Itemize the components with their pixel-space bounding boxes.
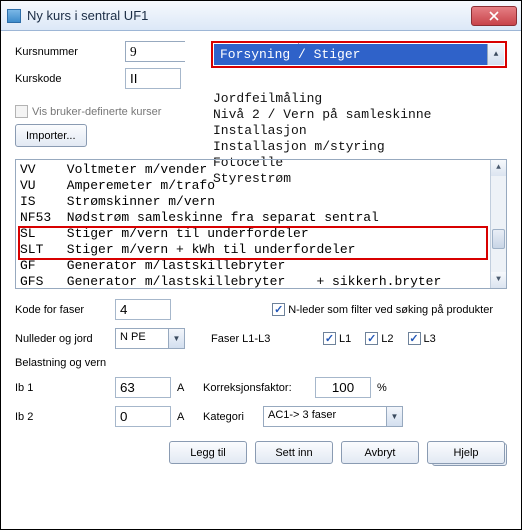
list-item[interactable]: Nivå 2 / Vern på samleskinne: [213, 107, 505, 123]
close-button[interactable]: [471, 6, 517, 26]
vis-brukerdef-label: Vis bruker-definerte kurser: [32, 106, 161, 118]
checkbox-icon[interactable]: [365, 332, 378, 345]
ib2-input[interactable]: [115, 406, 171, 427]
category-select[interactable]: Forsyning / Stiger ▲: [214, 44, 504, 65]
ib2-label: Ib 2: [15, 411, 115, 423]
category-select-highlight: Forsyning / Stiger ▲: [211, 41, 507, 68]
scroll-down-icon[interactable]: ▼: [491, 272, 506, 288]
importer-button[interactable]: Importer...: [15, 124, 87, 147]
list-item[interactable]: Installasjon m/styring: [213, 139, 505, 155]
unit-a: A: [171, 411, 191, 423]
faser-label: Faser L1-L3: [211, 333, 323, 345]
kurs-listbox[interactable]: VV Voltmeter m/venderVU Amperemeter m/tr…: [15, 159, 507, 289]
checkbox-icon[interactable]: [15, 105, 28, 118]
l2-check[interactable]: L2: [365, 332, 393, 345]
kode-faser-label: Kode for faser: [15, 304, 115, 316]
list-item[interactable]: VU Amperemeter m/trafo: [20, 178, 490, 194]
list-item[interactable]: NF53 Nødstrøm samleskinne fra separat se…: [20, 210, 490, 226]
chevron-down-icon[interactable]: ▼: [168, 329, 184, 348]
nulleder-label: Nulleder og jord: [15, 333, 115, 345]
title-bar: Ny kurs i sentral UF1: [1, 1, 521, 31]
list-item[interactable]: IS Strømskinner m/vern: [20, 194, 490, 210]
chevron-down-icon[interactable]: ▲: [487, 44, 504, 65]
scroll-track[interactable]: [491, 176, 506, 272]
list-item[interactable]: VV Voltmeter m/vender: [20, 162, 490, 178]
list-item[interactable]: Jordfeilmåling: [213, 91, 505, 107]
scroll-thumb[interactable]: [492, 229, 505, 249]
nulleder-select[interactable]: N PE ▼: [115, 328, 185, 349]
app-icon: [7, 9, 21, 23]
kategori-label: Kategori: [203, 411, 263, 423]
unit-pct: %: [371, 382, 387, 394]
close-icon: [489, 11, 499, 21]
l3-check[interactable]: L3: [408, 332, 436, 345]
checkbox-icon[interactable]: [323, 332, 336, 345]
kursnummer-input[interactable]: ▼: [125, 41, 185, 62]
korr-label: Korreksjonsfaktor:: [203, 382, 315, 394]
kode-faser-input[interactable]: [115, 299, 171, 320]
kurskode-input[interactable]: [125, 68, 181, 89]
checkbox-icon[interactable]: [408, 332, 421, 345]
list-item[interactable]: SLT Stiger m/vern + kWh til underfordele…: [20, 242, 490, 258]
korr-input[interactable]: [315, 377, 371, 398]
belastning-label: Belastning og vern: [15, 357, 106, 369]
unit-a: A: [171, 382, 191, 394]
nleder-filter-check[interactable]: N-leder som filter ved søking på produkt…: [272, 303, 493, 316]
legg-til-button[interactable]: Legg til: [169, 441, 247, 464]
l1-check[interactable]: L1: [323, 332, 351, 345]
kurskode-label: Kurskode: [15, 73, 125, 85]
checkbox-icon[interactable]: [272, 303, 285, 316]
sett-inn-button[interactable]: Sett inn: [255, 441, 333, 464]
list-item[interactable]: SL Stiger m/vern til underfordeler: [20, 226, 490, 242]
category-value: Forsyning / Stiger: [214, 47, 487, 62]
kategori-select[interactable]: AC1-> 3 faser ▼: [263, 406, 403, 427]
ib1-label: Ib 1: [15, 382, 115, 394]
list-item[interactable]: GF Generator m/lastskillebryter: [20, 258, 490, 274]
scrollbar[interactable]: ▲ ▼: [490, 160, 506, 288]
ib1-input[interactable]: [115, 377, 171, 398]
chevron-down-icon[interactable]: ▼: [386, 407, 402, 426]
kursnummer-label: Kursnummer: [15, 46, 125, 58]
hjelp-button[interactable]: Hjelp: [427, 441, 505, 464]
list-item[interactable]: GFS Generator m/lastskillebryter + sikke…: [20, 274, 490, 289]
window-title: Ny kurs i sentral UF1: [27, 8, 148, 23]
avbryt-button[interactable]: Avbryt: [341, 441, 419, 464]
list-item[interactable]: Installasjon: [213, 123, 505, 139]
scroll-up-icon[interactable]: ▲: [491, 160, 506, 176]
dialog-buttons: Legg til Sett inn Avbryt Hjelp: [17, 441, 505, 464]
